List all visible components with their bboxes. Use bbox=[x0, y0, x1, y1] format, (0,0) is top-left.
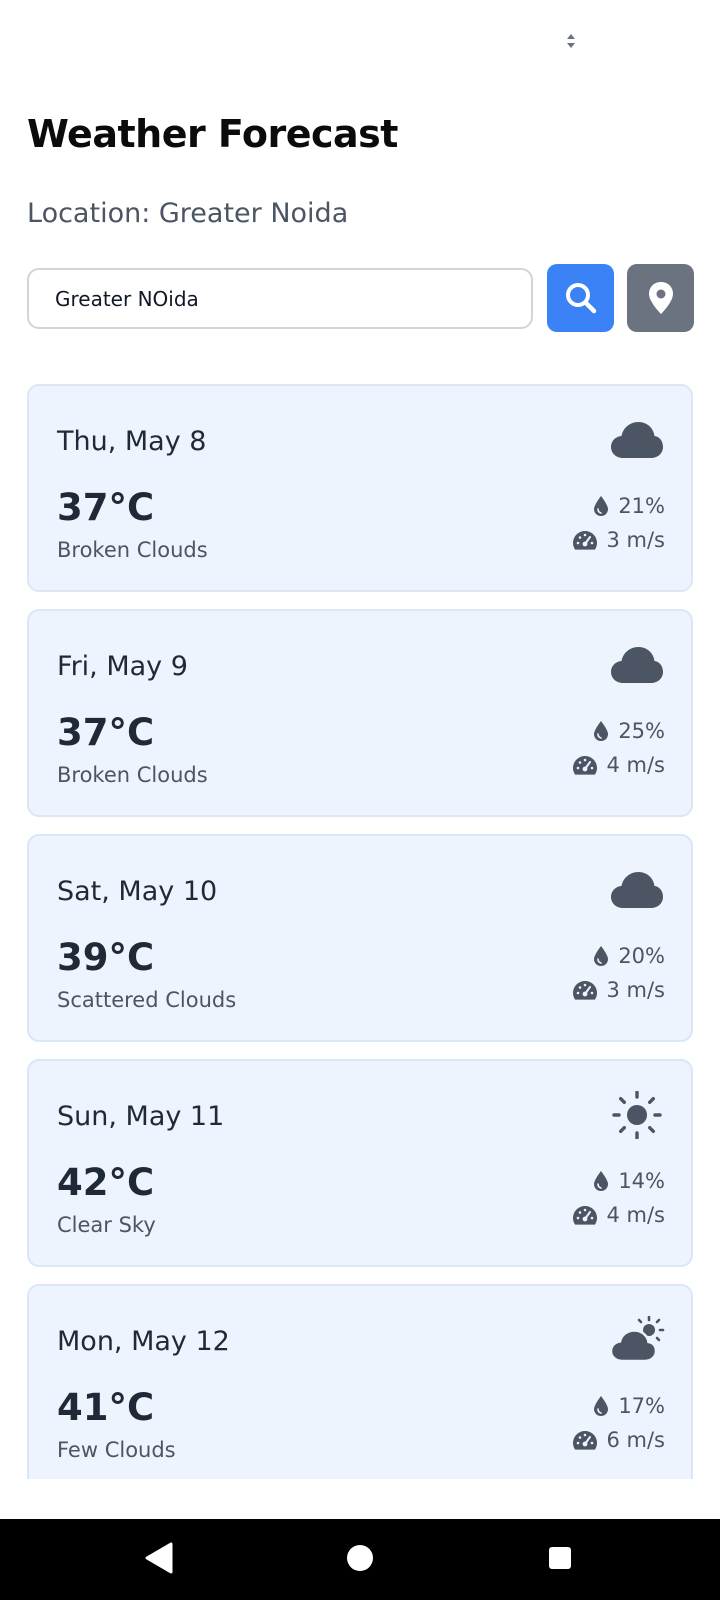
humidity-stat: 17% bbox=[592, 1394, 665, 1418]
humidity-value: 17% bbox=[618, 1394, 665, 1418]
speedometer-icon bbox=[573, 1431, 598, 1450]
speedometer-icon bbox=[573, 1206, 598, 1225]
forecast-description: Scattered Clouds bbox=[57, 988, 237, 1012]
current-location: Location: Greater Noida bbox=[27, 198, 349, 229]
humidity-stat: 20% bbox=[592, 944, 665, 968]
humidity-value: 25% bbox=[618, 719, 665, 743]
forecast-card: Mon, May 12 41°C Few Clouds 17% 6 m/s bbox=[27, 1284, 693, 1479]
city-search-input[interactable] bbox=[27, 268, 533, 329]
forecast-temperature: 42°C bbox=[57, 1161, 155, 1204]
forecast-date: Sat, May 10 bbox=[57, 876, 218, 907]
wind-stat: 6 m/s bbox=[572, 1428, 665, 1452]
forecast-list: Thu, May 8 37°C Broken Clouds 21% 3 m/s bbox=[0, 384, 720, 1479]
back-triangle-icon[interactable] bbox=[144, 1541, 174, 1575]
wind-stat: 4 m/s bbox=[572, 753, 665, 777]
forecast-temperature: 37°C bbox=[57, 486, 155, 529]
humidity-stat: 25% bbox=[592, 719, 665, 743]
wind-value: 6 m/s bbox=[606, 1428, 665, 1452]
forecast-date: Mon, May 12 bbox=[57, 1326, 230, 1357]
forecast-card: Thu, May 8 37°C Broken Clouds 21% 3 m/s bbox=[27, 384, 693, 592]
cloud-sun-icon bbox=[609, 1315, 665, 1364]
location-pin-icon bbox=[648, 282, 673, 314]
water-drop-icon bbox=[594, 496, 609, 516]
wind-stat: 4 m/s bbox=[572, 1203, 665, 1227]
forecast-card: Fri, May 9 37°C Broken Clouds 25% 4 m/s bbox=[27, 609, 693, 817]
forecast-date: Thu, May 8 bbox=[57, 426, 207, 457]
speedometer-icon bbox=[573, 981, 598, 1000]
humidity-stat: 21% bbox=[592, 494, 665, 518]
forecast-date: Fri, May 9 bbox=[57, 651, 188, 682]
speedometer-icon bbox=[573, 756, 598, 775]
forecast-description: Broken Clouds bbox=[57, 763, 208, 787]
wind-stat: 3 m/s bbox=[572, 528, 665, 552]
water-drop-icon bbox=[594, 721, 609, 741]
water-drop-icon bbox=[594, 946, 609, 966]
humidity-value: 20% bbox=[618, 944, 665, 968]
recents-square-icon[interactable] bbox=[545, 1541, 575, 1575]
forecast-temperature: 39°C bbox=[57, 936, 155, 979]
home-circle-icon[interactable] bbox=[345, 1541, 375, 1575]
search-button[interactable] bbox=[547, 264, 614, 332]
sun-icon bbox=[609, 1090, 665, 1140]
wind-value: 3 m/s bbox=[606, 528, 665, 552]
forecast-description: Few Clouds bbox=[57, 1438, 176, 1462]
cloud-icon bbox=[609, 641, 665, 689]
forecast-description: Clear Sky bbox=[57, 1213, 156, 1237]
app-screen: Weather Forecast Location: Greater Noida… bbox=[0, 0, 720, 1600]
cloud-icon bbox=[609, 416, 665, 464]
forecast-temperature: 41°C bbox=[57, 1386, 155, 1429]
humidity-value: 21% bbox=[618, 494, 665, 518]
cloud-icon bbox=[609, 866, 665, 914]
system-navigation-bar bbox=[0, 1519, 720, 1600]
wind-value: 4 m/s bbox=[606, 1203, 665, 1227]
water-drop-icon bbox=[594, 1171, 609, 1191]
forecast-card: Sat, May 10 39°C Scattered Clouds 20% 3 … bbox=[27, 834, 693, 1042]
water-drop-icon bbox=[594, 1396, 609, 1416]
sort-arrows-icon bbox=[567, 34, 575, 48]
use-location-button[interactable] bbox=[627, 264, 694, 332]
page-title: Weather Forecast bbox=[27, 112, 398, 156]
forecast-date: Sun, May 11 bbox=[57, 1101, 225, 1132]
speedometer-icon bbox=[573, 531, 598, 550]
wind-stat: 3 m/s bbox=[572, 978, 665, 1002]
wind-value: 3 m/s bbox=[606, 978, 665, 1002]
humidity-stat: 14% bbox=[592, 1169, 665, 1193]
forecast-temperature: 37°C bbox=[57, 711, 155, 754]
wind-value: 4 m/s bbox=[606, 753, 665, 777]
humidity-value: 14% bbox=[618, 1169, 665, 1193]
search-icon bbox=[565, 283, 596, 314]
forecast-description: Broken Clouds bbox=[57, 538, 208, 562]
forecast-card: Sun, May 11 42°C Clear Sky 14% 4 m/s bbox=[27, 1059, 693, 1267]
